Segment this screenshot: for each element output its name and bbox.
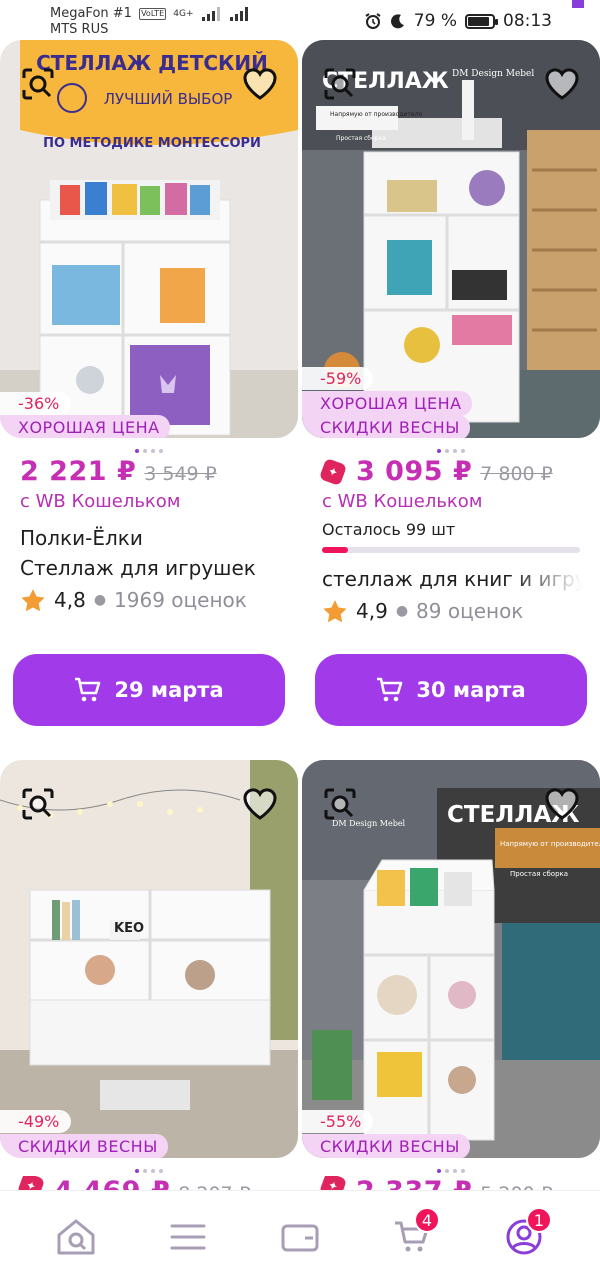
network-type: 4G+ xyxy=(173,9,194,19)
cart-icon xyxy=(377,677,403,702)
signal-icon xyxy=(201,6,220,21)
status-bar: MegaFon #1 VoLTE 4G+ MTS RUS 79 % 08:13 xyxy=(0,0,600,42)
heart-icon xyxy=(545,788,579,820)
alarm-icon xyxy=(365,13,381,29)
profile-count-badge: 1 xyxy=(526,1207,552,1233)
favorite-button[interactable] xyxy=(542,64,582,104)
promo-label: СКИДКИ ВЕСНЫ xyxy=(0,1134,168,1158)
image-search-button[interactable] xyxy=(320,64,360,104)
image-badge: ЛУЧШИЙ ВЫБОР xyxy=(104,89,233,108)
product-card[interactable]: СТЕЛЛАЖ ДЕТСКИЙ ЛУЧШИЙ ВЫБОР ПО МЕТОДИКЕ… xyxy=(0,40,298,726)
notification-marker xyxy=(572,0,584,8)
favorite-button[interactable] xyxy=(240,784,280,824)
image-search-button[interactable] xyxy=(18,64,58,104)
nav-catalog[interactable] xyxy=(158,1207,218,1267)
nav-cart[interactable]: 4 xyxy=(382,1207,442,1267)
image-search-icon xyxy=(22,788,54,820)
image-search-icon xyxy=(22,68,54,100)
operator1: MegaFon #1 xyxy=(50,6,132,21)
image-brand: DM Design Mebel xyxy=(452,69,534,79)
image-search-button[interactable] xyxy=(320,784,360,824)
image-overlay-text: СТЕЛЛАЖ DM Design Mebel Напрямую от прои… xyxy=(332,802,600,878)
image-feature2: Простая сборка xyxy=(336,135,386,142)
volte-badge: VoLTE xyxy=(139,7,167,20)
cart-icon xyxy=(75,677,101,702)
home-search-icon xyxy=(57,1219,95,1255)
discount-badge: -59% xyxy=(302,367,374,390)
status-right: 79 % 08:13 xyxy=(364,11,552,31)
delivery-date: 29 марта xyxy=(114,678,224,702)
wallet-icon xyxy=(281,1224,319,1252)
discount-badge: -55% xyxy=(302,1110,374,1133)
nav-wallet[interactable] xyxy=(270,1207,330,1267)
battery-icon xyxy=(465,13,498,29)
product-card[interactable]: СТЕЛЛАЖ DM Design Mebel Напрямую от прои… xyxy=(302,760,600,1173)
product-card[interactable]: СТЕЛЛАЖ DM Design Mebel Напрямую от прои… xyxy=(302,40,600,726)
promo-label-2: СКИДКИ ВЕСНЫ xyxy=(302,415,470,438)
product-image[interactable]: KEO -49% СКИДКИ ВЕСНЫ xyxy=(0,760,298,1158)
catalog-menu-icon xyxy=(170,1224,206,1250)
image-feature1: Напрямую от производителя xyxy=(500,840,600,848)
image-text: KEO xyxy=(114,921,144,936)
product-card[interactable]: KEO -49% СКИДКИ ВЕСНЫ xyxy=(0,760,298,1173)
product-image[interactable]: СТЕЛЛАЖ ДЕТСКИЙ ЛУЧШИЙ ВЫБОР ПО МЕТОДИКЕ… xyxy=(0,40,298,438)
nav-home[interactable] xyxy=(46,1207,106,1267)
status-operators: MegaFon #1 VoLTE 4G+ MTS RUS xyxy=(50,6,250,38)
favorite-button[interactable] xyxy=(240,64,280,104)
bottom-navigation: 4 1 xyxy=(0,1190,600,1283)
heart-icon xyxy=(243,788,277,820)
battery-percent: 79 % xyxy=(413,11,457,31)
image-feature1: Напрямую от производителя xyxy=(330,111,422,118)
image-overlay-text: СТЕЛЛАЖ DM Design Mebel Напрямую от прои… xyxy=(316,69,534,142)
operator2: MTS RUS xyxy=(50,22,109,37)
cart-count-badge: 4 xyxy=(414,1207,440,1233)
stock-bar xyxy=(322,547,580,553)
add-to-cart-button[interactable]: 29 марта xyxy=(13,654,285,726)
signal2-icon xyxy=(229,6,248,21)
heart-icon xyxy=(545,68,579,100)
add-to-cart-button[interactable]: 30 марта xyxy=(315,654,587,726)
promo-label: СКИДКИ ВЕСНЫ xyxy=(302,1134,470,1158)
image-search-button[interactable] xyxy=(18,784,58,824)
product-title: стеллаж для книг и игрушек xyxy=(322,567,582,591)
image-pager xyxy=(302,440,600,633)
clock: 08:13 xyxy=(503,11,552,31)
image-pager xyxy=(0,1160,298,1173)
heart-icon xyxy=(243,68,277,100)
moon-icon xyxy=(390,14,404,29)
image-pager xyxy=(302,1160,600,1173)
image-pager xyxy=(0,440,298,622)
image-search-icon xyxy=(324,68,356,100)
image-search-icon xyxy=(324,788,356,820)
nav-profile[interactable]: 1 xyxy=(494,1207,554,1267)
image-heading: СТЕЛЛАЖ ДЕТСКИЙ xyxy=(36,51,268,75)
delivery-date: 30 марта xyxy=(416,678,526,702)
image-sub: ПО МЕТОДИКЕ МОНТЕССОРИ xyxy=(43,136,261,151)
discount-badge: -36% xyxy=(0,392,72,415)
product-image[interactable]: СТЕЛЛАЖ DM Design Mebel Напрямую от прои… xyxy=(302,760,600,1158)
promo-label: ХОРОШАЯ ЦЕНА xyxy=(0,415,170,438)
favorite-button[interactable] xyxy=(542,784,582,824)
image-feature2: Простая сборка xyxy=(510,870,568,878)
discount-badge: -49% xyxy=(0,1110,72,1133)
product-image[interactable]: СТЕЛЛАЖ DM Design Mebel Напрямую от прои… xyxy=(302,40,600,438)
promo-label: ХОРОШАЯ ЦЕНА xyxy=(302,391,472,416)
